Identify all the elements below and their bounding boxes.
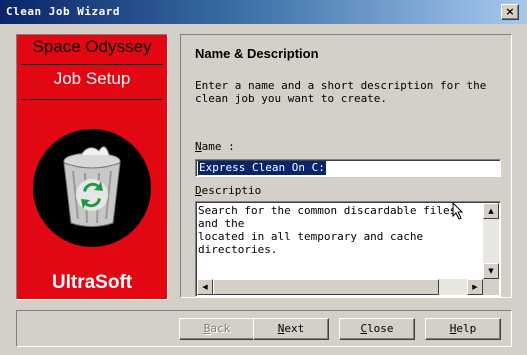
scrollbar-corner [483,279,499,295]
next-label: ext [284,322,305,335]
description-label-accesskey: D [195,184,202,197]
step-description: Enter a name and a short description for… [195,79,487,105]
job-name-input[interactable]: Express Clean On C: [195,159,501,177]
wizard-window: Clean Job Wizard × Space Odyssey Job Set… [0,0,527,355]
recycle-bin-icon [63,146,121,227]
description-value: Search for the common discardable files … [198,204,457,256]
description-label: Descriptio [195,184,261,197]
close-label: lose [367,322,394,335]
scroll-right-button[interactable]: ▶ [467,279,483,295]
product-banner: Space Odyssey Job Setup UltraSoft [16,34,168,300]
button-bar: Back Next Close Help [16,310,512,347]
mouse-cursor-icon [452,202,464,220]
name-label: Name : [195,140,235,153]
help-label: elp [456,322,477,335]
job-name-value: Express Clean On C: [198,161,326,175]
badge-circle [33,129,151,247]
close-window-button[interactable]: × [501,4,519,20]
banner-divider-bottom [21,99,163,100]
scroll-down-button[interactable]: ▼ [483,263,499,279]
step-heading: Name & Description [195,46,319,61]
horizontal-scroll-thumb[interactable] [213,279,439,295]
scroll-up-button[interactable]: ▲ [483,203,499,219]
back-label: ack [210,322,231,335]
scroll-left-button[interactable]: ◀ [197,279,213,295]
back-button[interactable]: Back [179,318,255,340]
window-title: Clean Job Wizard [6,5,120,18]
brand-name: UltraSoft [51,272,133,293]
name-label-accesskey: N [195,140,202,153]
name-label-text: ame : [201,140,235,153]
help-button[interactable]: Help [425,318,501,340]
vertical-scrollbar[interactable]: ▲ ▼ [483,203,499,279]
next-button[interactable]: Next [253,318,329,340]
banner-subtitle: Job Setup [53,69,131,88]
banner-divider-top [21,64,163,65]
description-label-text: escriptio [201,184,262,197]
close-button[interactable]: Close [339,318,415,340]
horizontal-scrollbar[interactable]: ◀ ▶ [197,279,483,295]
banner-product-name: Space Odyssey [32,37,152,56]
title-bar[interactable]: Clean Job Wizard × [0,0,527,24]
step-panel: Name & Description Enter a name and a sh… [180,34,512,298]
